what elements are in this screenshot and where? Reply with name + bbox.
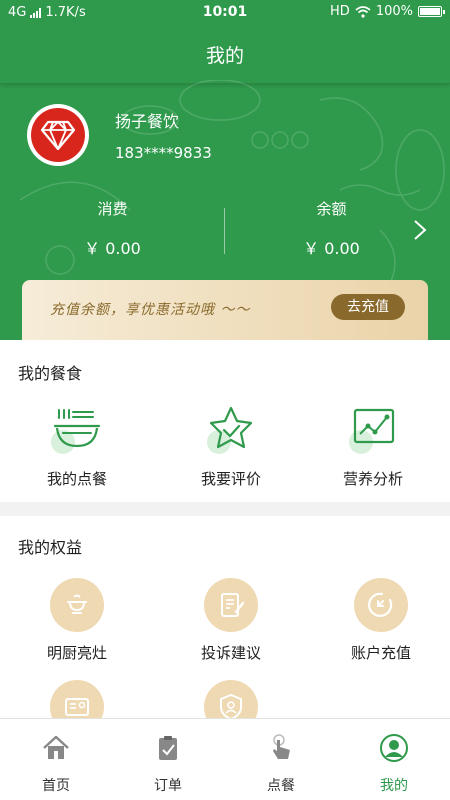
rights-item-label: 账户充值 (350, 644, 411, 662)
consumption-value: ￥ 0.00 (84, 239, 141, 258)
id-card-icon (65, 698, 89, 716)
recharge-button[interactable]: 去充值 (331, 294, 405, 320)
tab-label: 我的 (380, 778, 408, 794)
hd-indicator: HD (330, 4, 350, 19)
page-title: 我的 (0, 28, 450, 84)
tab-label: 订单 (154, 778, 182, 794)
recharge-banner[interactable]: 充值余额，享优惠活动哦 ～～ 去充值 (22, 280, 428, 340)
tab-ordering[interactable]: 点餐 (225, 719, 337, 800)
tap-icon (273, 734, 290, 759)
profile-header: 4G 1.7K/s 10:01 HD 100% 我的 扬子餐饮 183****9… (0, 0, 450, 340)
rights-section: 我的权益 明厨亮灶 投诉建议 账户充值 (0, 516, 450, 718)
tab-label: 首页 (42, 778, 70, 794)
recharge-icon (368, 592, 393, 617)
wifi-icon (355, 5, 371, 18)
chart-icon (349, 408, 395, 454)
rights-item-kitchen[interactable]: 明厨亮灶 (2, 578, 152, 663)
cooking-pot-icon (67, 594, 87, 614)
user-icon (380, 734, 408, 762)
meals-item-label: 营养分析 (342, 470, 403, 488)
meals-item-label: 我的点餐 (46, 470, 107, 488)
meals-item-review[interactable]: 我要评价 (156, 404, 306, 489)
status-bar: 4G 1.7K/s 10:01 HD 100% (0, 0, 450, 26)
rights-section-title: 我的权益 (18, 538, 83, 557)
user-phone: 183****9833 (115, 144, 212, 162)
battery-level: 100% (375, 4, 413, 19)
diamond-icon (41, 120, 75, 150)
rights-item-complaint[interactable]: 投诉建议 (156, 578, 306, 663)
meals-section: 我的餐食 我的点餐 我要评价 营养分析 (0, 340, 450, 502)
rights-item-label: 投诉建议 (200, 644, 261, 662)
meals-item-my-orders[interactable]: 我的点餐 (2, 404, 152, 489)
star-icon (207, 406, 253, 454)
meals-item-label: 我要评价 (200, 470, 261, 488)
shield-user-icon (220, 693, 242, 718)
tab-orders[interactable]: 订单 (112, 719, 224, 800)
consumption-stat[interactable]: 消费 ￥ 0.00 (0, 198, 225, 259)
rights-item-recharge[interactable]: 账户充值 (306, 578, 450, 663)
rights-item-label: 明厨亮灶 (46, 644, 107, 662)
document-edit-icon (221, 593, 245, 617)
avatar[interactable] (27, 104, 89, 166)
banner-text: 充值余额，享优惠活动哦 ～～ (50, 302, 251, 318)
battery-icon (418, 6, 445, 17)
rights-item-shield[interactable] (156, 680, 306, 718)
balance-stat[interactable]: 余额 ￥ 0.00 (219, 198, 444, 259)
balance-label: 余额 (316, 200, 347, 218)
home-icon (43, 735, 69, 759)
meals-section-title: 我的餐食 (18, 364, 83, 383)
consumption-label: 消费 (97, 200, 128, 218)
user-name: 扬子餐饮 (115, 112, 180, 131)
balance-value: ￥ 0.00 (303, 239, 360, 258)
order-icon (159, 736, 177, 760)
tab-label: 点餐 (267, 778, 295, 794)
tab-home[interactable]: 首页 (0, 719, 112, 800)
meals-item-nutrition[interactable]: 营养分析 (298, 404, 448, 489)
tab-mine[interactable]: 我的 (338, 719, 450, 800)
bottom-tab-bar: 首页 订单 点餐 我的 (0, 718, 450, 800)
bowl-icon (51, 409, 101, 454)
rights-item-id-card[interactable] (2, 680, 152, 718)
chevron-right-icon[interactable] (412, 218, 428, 242)
